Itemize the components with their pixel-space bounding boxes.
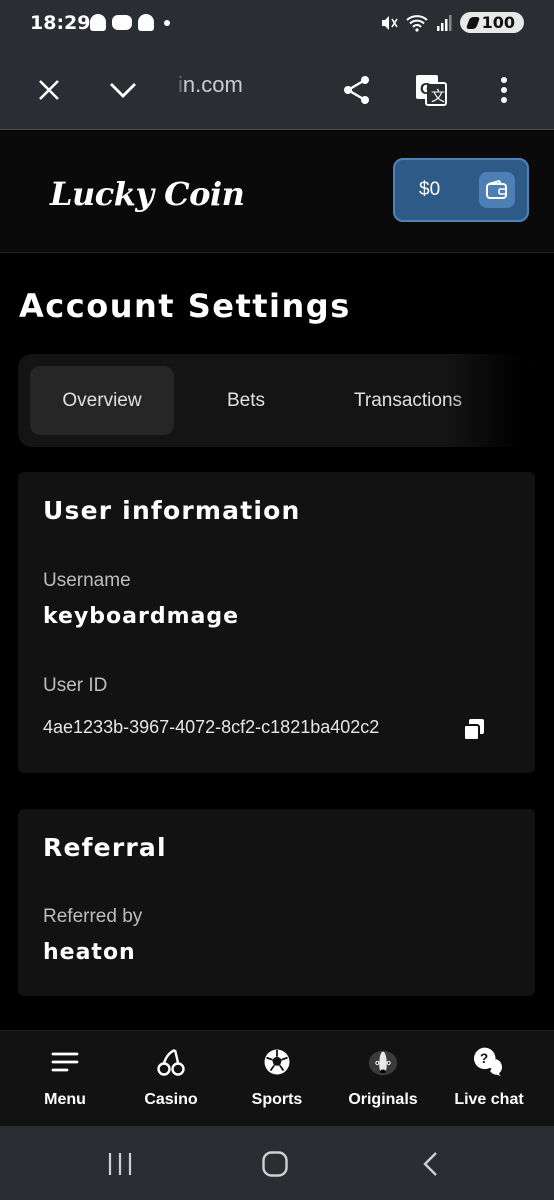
copy-icon[interactable] [461,717,487,743]
nav-label: Menu [44,1091,86,1108]
discord-icon [112,15,132,30]
user-information-card: User information Username keyboardmage U… [18,472,535,773]
close-icon[interactable] [27,68,71,112]
browser-toolbar: in.com G文 [0,52,554,130]
nav-menu[interactable]: Menu [15,1031,115,1127]
signal-icon [436,14,452,31]
wifi-icon [405,14,428,32]
site-header: Lucky Coin $0 [0,131,554,253]
translate-icon[interactable]: G文 [409,68,453,112]
wallet-balance: $0 [419,179,441,200]
nav-label: Casino [144,1091,198,1108]
soccer-ball-icon [260,1045,294,1079]
username-label: Username [43,570,131,591]
badger-icon [366,1045,400,1079]
tab-bets[interactable]: Bets [198,366,294,435]
menu-icon [48,1045,82,1079]
main-content: Account Settings Overview Bets Transacti… [0,253,554,1030]
nav-label: Live chat [454,1091,524,1108]
status-bar: 18:29 100 [0,0,554,52]
wallet-button[interactable]: $0 [393,158,529,222]
svg-text:文: 文 [431,89,445,105]
username-value: keyboardmage [43,604,240,629]
notification-icons [90,14,170,31]
referred-by-value: heaton [43,940,136,965]
nav-label: Sports [251,1091,303,1108]
tabs-scroll-fade [445,354,535,447]
nav-casino[interactable]: Casino [121,1031,221,1127]
user-id-value: 4ae1233b-3967-4072-8cf2-c1821ba402c2 [43,717,380,737]
card-title: Referral [43,833,167,862]
tab-overview[interactable]: Overview [30,366,174,435]
nav-label: Originals [348,1091,418,1108]
wallet-icon [479,172,515,208]
chat-icon: ? [472,1045,506,1079]
system-navigation-bar [0,1126,554,1200]
more-options-icon[interactable] [482,68,526,112]
page-title: Account Settings [19,287,351,325]
snapchat-icon [90,14,106,31]
chevron-down-icon[interactable] [101,68,145,112]
referred-by-label: Referred by [43,906,143,927]
site-logo[interactable]: Lucky Coin [50,175,245,213]
status-time: 18:29 [30,12,91,34]
battery-indicator: 100 [459,12,524,33]
snapchat-icon [138,14,154,31]
cherries-icon [154,1045,188,1079]
svg-text:?: ? [480,1051,488,1066]
more-notifications-icon [164,19,170,26]
referral-card: Referral Referred by heaton [18,809,535,996]
home-icon[interactable] [255,1144,295,1184]
back-icon[interactable] [411,1144,451,1184]
settings-tabs: Overview Bets Transactions [18,354,535,447]
url-domain: n.com [182,72,243,97]
nav-sports[interactable]: Sports [227,1031,327,1127]
nav-originals[interactable]: Originals [333,1031,433,1127]
card-title: User information [43,496,301,525]
system-icons: 100 [380,12,524,33]
nav-live-chat[interactable]: ? Live chat [439,1031,539,1127]
mute-icon [381,15,398,30]
user-id-label: User ID [43,675,108,696]
recent-apps-icon[interactable] [100,1144,140,1184]
bottom-navigation: Menu Casino Sports Originals ? Live chat [0,1030,554,1126]
share-icon[interactable] [335,68,379,112]
url-text[interactable]: in.com [178,72,243,98]
